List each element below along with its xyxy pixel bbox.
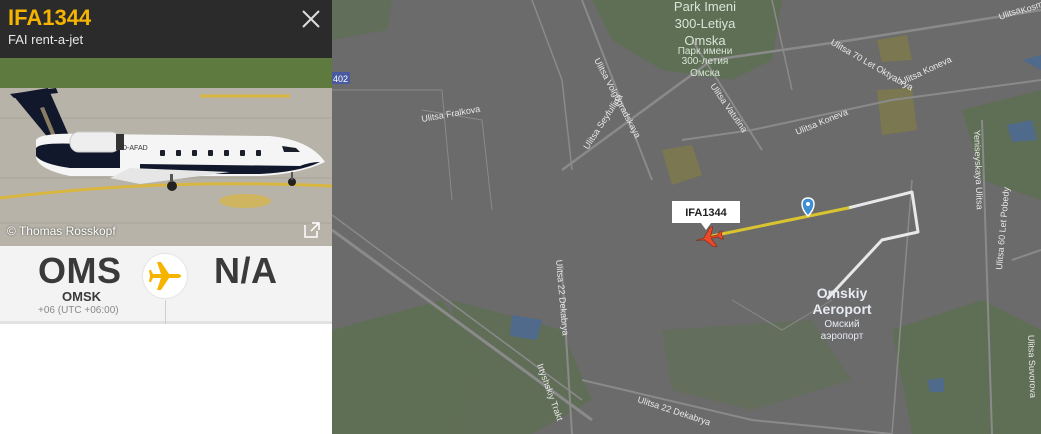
aircraft-callout-label: IFA1344 bbox=[685, 207, 727, 219]
svg-text:Омска: Омска bbox=[690, 68, 720, 79]
svg-text:аэропорт: аэропорт bbox=[821, 331, 864, 342]
close-icon[interactable] bbox=[300, 8, 322, 30]
route-plane-badge bbox=[143, 254, 187, 298]
airplane-icon bbox=[149, 262, 181, 290]
flight-callsign: IFA1344 bbox=[8, 5, 92, 30]
route-summary: OMS OMSK +06 (UTC +06:00) N/A bbox=[0, 246, 332, 324]
airport-label[interactable]: Omskiy Aeroport Омский аэропорт bbox=[812, 285, 871, 342]
flight-map[interactable]: 402 Ulitsa Volgogradskaya Ulitsa Vatutin… bbox=[332, 0, 1041, 434]
route-divider bbox=[165, 300, 166, 324]
svg-text:300-Letiya: 300-Letiya bbox=[675, 16, 736, 31]
aircraft-photo[interactable]: D-AFAD © Thomas Rosskopf bbox=[0, 58, 332, 246]
svg-text:Omskiy: Omskiy bbox=[817, 285, 868, 301]
svg-text:Park Imeni: Park Imeni bbox=[674, 0, 736, 14]
origin-timezone: +06 (UTC +06:00) bbox=[38, 305, 119, 316]
aircraft-image: D-AFAD bbox=[0, 58, 332, 246]
registration-text: D-AFAD bbox=[122, 145, 148, 152]
svg-text:Омский: Омский bbox=[824, 319, 859, 330]
flight-header: IFA1344 FAI rent-a-jet bbox=[0, 0, 332, 58]
svg-text:300-летия: 300-летия bbox=[682, 56, 729, 67]
flight-info-panel: IFA1344 FAI rent-a-jet D-AFAD © Thomas R… bbox=[0, 0, 332, 434]
photo-credit: © Thomas Rosskopf bbox=[7, 224, 116, 238]
destination-code[interactable]: N/A bbox=[214, 250, 278, 292]
origin-code[interactable]: OMS bbox=[38, 250, 122, 292]
svg-text:Aeroport: Aeroport bbox=[812, 301, 871, 317]
origin-city: OMSK bbox=[62, 289, 101, 304]
external-link-icon[interactable] bbox=[302, 220, 322, 240]
road-badge-label: 402 bbox=[333, 74, 348, 84]
airline-name: FAI rent-a-jet bbox=[8, 32, 84, 47]
